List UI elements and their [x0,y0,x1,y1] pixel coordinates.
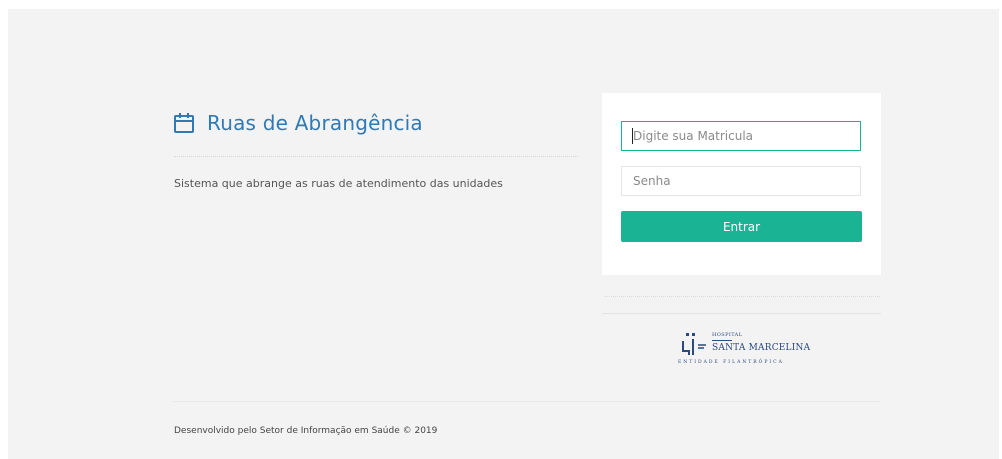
senha-input[interactable] [621,166,861,196]
footer-credit: Desenvolvido pelo Setor de Informação em… [174,426,438,436]
page-title: Ruas de Abrangência [207,111,423,135]
entrar-button[interactable]: Entrar [621,211,862,242]
divider [604,296,880,297]
logo-line1: HOSPITAL [712,332,743,338]
footer-divider [173,401,880,402]
brand-header: Ruas de Abrangência [173,111,423,135]
hospital-emblem-icon [682,333,706,355]
text-caret [632,128,633,144]
logo-rule [712,340,732,341]
matricula-input[interactable] [621,121,861,151]
logo-line3: ENTIDADE FILANTRÓPICA [678,360,784,365]
divider [602,313,881,314]
calendar-icon [174,113,194,133]
logo-line2: SANTA MARCELINA [712,343,811,353]
system-description: Sistema que abrange as ruas de atendimen… [174,177,503,190]
divider [174,156,578,157]
hospital-logo: HOSPITAL SANTA MARCELINA ENTIDADE FILANT… [678,330,811,374]
login-panel: Entrar [602,93,881,275]
